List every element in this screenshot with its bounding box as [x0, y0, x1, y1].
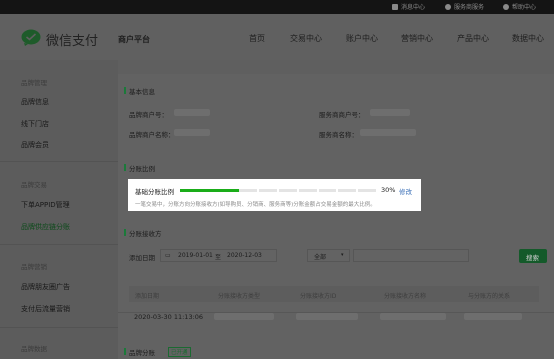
- nav-transactions[interactable]: 交易中心: [290, 33, 322, 44]
- keyword-search-input[interactable]: [353, 249, 469, 262]
- sidebar-item-stores[interactable]: 线下门店: [21, 119, 49, 129]
- date-range-input[interactable]: ▭ 2019-01-01 至 2020-12-03: [160, 249, 277, 262]
- section-title-ratio: 分账比例: [124, 164, 155, 173]
- nav-marketing[interactable]: 营销中心: [401, 33, 433, 44]
- sidebar-item-post-pay-traffic[interactable]: 支付后流量营销: [21, 304, 70, 314]
- ratio-edit-link[interactable]: 修改: [399, 186, 412, 196]
- nav-products[interactable]: 产品中心: [457, 33, 489, 44]
- service-link[interactable]: 服务商服务: [445, 2, 484, 11]
- type-select-value: 全部: [314, 254, 327, 261]
- section-title-brand-ledger: 品牌分账: [124, 348, 155, 357]
- sidebar-divider: [0, 244, 118, 245]
- service-icon: [445, 4, 451, 10]
- top-utility-bar: 消息中心 服务商服务 帮助中心: [0, 0, 554, 14]
- help-center-link[interactable]: 帮助中心: [503, 2, 536, 11]
- progress-segment-empty: [318, 189, 337, 192]
- redacted-value: [296, 313, 358, 320]
- column-header-relation: 与分账方的关系: [468, 293, 511, 300]
- calendar-icon: ▭: [165, 252, 171, 259]
- progress-segment-empty: [259, 189, 277, 192]
- redacted-value: [370, 109, 410, 116]
- field-label-service-merchant-id: 服务商商户号：: [319, 111, 365, 119]
- sidebar-group-brand-marketing: 品牌营销: [21, 263, 47, 271]
- date-from: 2019-01-01: [178, 252, 213, 259]
- field-label-brand-merchant-name: 品牌商户名称：: [129, 131, 175, 139]
- progress-segment-filled: [219, 189, 240, 192]
- column-header-receiver-id: 分账接收方ID: [300, 293, 337, 300]
- ratio-percent: 30%: [381, 186, 396, 194]
- column-header-date: 添加日期: [135, 293, 160, 300]
- column-header-receiver-name: 分账接收方名称: [384, 293, 427, 300]
- date-separator: 至: [215, 254, 222, 261]
- redacted-value: [360, 129, 416, 136]
- help-icon: [503, 4, 509, 10]
- sidebar-group-brand-management: 品牌管理: [21, 79, 47, 87]
- main-header: 微信支付 商户平台 首页 交易中心 账户中心 营销中心 产品中心 数据中心: [0, 14, 554, 60]
- progress-segment-filled: [180, 189, 200, 192]
- message-center-link[interactable]: 消息中心: [392, 2, 425, 11]
- row-date: 2020-03-30 11:13:06: [134, 313, 204, 321]
- field-label-brand-merchant-id: 品牌商户号：: [129, 111, 168, 119]
- progress-segment-empty: [279, 189, 297, 192]
- search-button-label: 搜索: [526, 254, 539, 262]
- progress-segment-filled: [199, 189, 220, 192]
- progress-segment-empty: [338, 189, 357, 192]
- status-badge: 已开通: [168, 347, 191, 357]
- platform-title: 商户平台: [118, 35, 150, 44]
- message-icon: [392, 4, 398, 10]
- redacted-value: [380, 313, 446, 320]
- ratio-card: 基础分账比例 30% 修改 一笔交易中，分账方向分账接收方(如导购员、分销商、服…: [128, 179, 421, 211]
- ratio-label: 基础分账比例: [135, 188, 174, 196]
- chevron-down-icon: ▾: [341, 252, 344, 258]
- nav-account[interactable]: 账户中心: [346, 33, 378, 44]
- nav-home[interactable]: 首页: [249, 33, 265, 44]
- search-button[interactable]: 搜索: [519, 249, 547, 263]
- progress-segment-empty: [239, 189, 258, 192]
- sidebar-divider: [0, 161, 118, 162]
- redacted-value: [464, 313, 522, 320]
- nav-data[interactable]: 数据中心: [512, 33, 544, 44]
- ratio-description: 一笔交易中，分账方向分账接收方(如导购员、分销商、服务商等)分账金额占交易金额的…: [135, 202, 376, 208]
- section-title-basic-info: 基本信息: [124, 87, 155, 96]
- type-select[interactable]: 全部 ▾: [307, 249, 350, 262]
- wechat-pay-icon: [21, 29, 41, 46]
- column-header-receiver-type: 分账接收方类型: [218, 293, 261, 300]
- sidebar-item-supply-chain-ledger[interactable]: 品牌供应链分账: [21, 222, 70, 232]
- date-to: 2020-12-03: [227, 252, 262, 259]
- sidebar-group-brand-trade: 品牌交易: [21, 181, 47, 189]
- sidebar-divider: [0, 327, 118, 328]
- sidebar-item-members[interactable]: 品牌会员: [21, 140, 49, 150]
- logo-text: 微信支付: [46, 34, 99, 49]
- progress-segment-empty: [358, 189, 376, 192]
- redacted-value: [214, 313, 274, 320]
- redacted-value: [174, 129, 210, 136]
- progress-segment-empty: [298, 189, 317, 192]
- sidebar-item-appid[interactable]: 下单APPID管理: [21, 200, 70, 210]
- section-title-receivers: 分账接收方: [124, 229, 162, 238]
- sidebar: 品牌管理 品牌信息 线下门店 品牌会员 品牌交易 下单APPID管理 品牌供应链…: [0, 60, 118, 359]
- redacted-value: [174, 109, 210, 116]
- sidebar-item-brand-info[interactable]: 品牌信息: [21, 97, 49, 107]
- field-label-service-name: 服务商名称：: [319, 131, 358, 139]
- sidebar-group-brand-data: 品牌数据: [21, 345, 47, 353]
- sidebar-item-moments-ads[interactable]: 品牌朋友圈广告: [21, 282, 70, 292]
- date-filter-label: 添加日期: [129, 254, 155, 262]
